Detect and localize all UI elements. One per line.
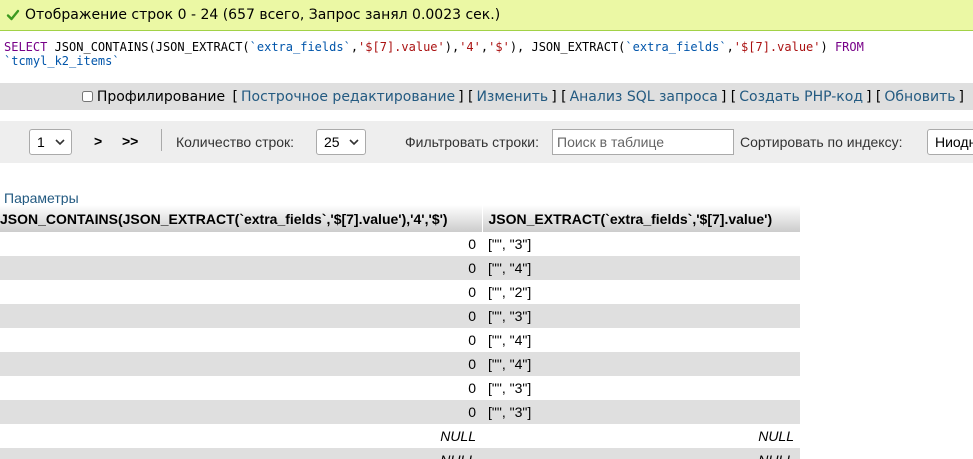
cell-json-extract[interactable]: ["", "4"]	[482, 352, 800, 376]
create-php-code-link[interactable]: Создать PHP-код	[739, 89, 863, 105]
column-header-json-extract[interactable]: JSON_EXTRACT(`extra_fields`,'$[7].value'…	[482, 205, 801, 232]
sort-by-index-label: Сортировать по индексу:	[740, 134, 903, 150]
last-page-button[interactable]: >>	[122, 133, 138, 149]
phpmyadmin-results-page: Отображение строк 0 - 24 (657 всего, Зап…	[0, 0, 973, 459]
sql-token: '$[7].value'	[733, 40, 821, 54]
table-body: 0 ["", "3"] 0 ["", "4"] 0 ["", "2"] 0 ["", "3"]…	[0, 232, 800, 459]
nav-divider	[161, 129, 162, 151]
cell-json-extract[interactable]: NULL	[482, 424, 800, 448]
page-select-value: 1	[37, 134, 45, 150]
cell-json-contains[interactable]: NULL	[0, 448, 482, 459]
sql-token: `tcmyl_k2_items`	[4, 54, 120, 68]
table-row[interactable]: 0 ["", "3"]	[0, 304, 800, 328]
chevron-down-icon	[349, 139, 359, 146]
sql-token: ,	[350, 40, 359, 54]
sql-token: `extra_fields`	[249, 40, 351, 54]
cell-json-extract[interactable]: ["", "4"]	[482, 256, 800, 280]
table-row[interactable]: NULLNULL	[0, 448, 800, 459]
sql-token: ,	[726, 40, 734, 54]
rows-count-label: Количество строк:	[176, 134, 295, 150]
check-icon	[6, 9, 20, 21]
cell-json-extract[interactable]: ["", "3"]	[482, 232, 800, 256]
table-row[interactable]: 0 ["", "4"]	[0, 352, 800, 376]
edit-link[interactable]: Изменить	[476, 89, 548, 105]
success-message-text: Отображение строк 0 - 24 (657 всего, Зап…	[25, 7, 501, 23]
cell-json-contains[interactable]: 0	[0, 376, 482, 400]
chevron-down-icon	[55, 139, 65, 146]
table-row[interactable]: 0 ["", "3"]	[0, 400, 800, 424]
table-row[interactable]: 0 ["", "4"]	[0, 328, 800, 352]
cell-json-contains[interactable]: 0	[0, 304, 482, 328]
table-header-row: JSON_CONTAINS(JSON_EXTRACT(`extra_fields…	[0, 205, 801, 232]
sql-token: SELECT	[4, 40, 48, 54]
sql-query[interactable]: SELECT JSON_CONTAINS(JSON_EXTRACT(`extra…	[0, 32, 973, 82]
options-link[interactable]: Параметры	[4, 190, 79, 206]
table-row[interactable]: 0 ["", "4"]	[0, 256, 800, 280]
table-row[interactable]: 0 ["", "2"]	[0, 280, 800, 304]
cell-json-contains[interactable]: 0	[0, 328, 482, 352]
next-page-button[interactable]: >	[94, 133, 102, 149]
cell-json-extract[interactable]: ["", "3"]	[482, 376, 800, 400]
sort-by-index-select[interactable]: Ниодн	[927, 129, 973, 155]
results-table: JSON_CONTAINS(JSON_EXTRACT(`extra_fields…	[0, 205, 801, 459]
cell-json-extract[interactable]: ["", "2"]	[482, 280, 800, 304]
table-row[interactable]: 0 ["", "3"]	[0, 376, 800, 400]
page-select[interactable]: 1	[29, 129, 72, 155]
query-tools-bar: Профилирование [ Построчное редактирован…	[0, 83, 973, 110]
sql-token: '$[7].value'	[358, 40, 445, 54]
sql-token: )	[820, 40, 835, 54]
profiling-label: Профилирование	[96, 88, 226, 105]
cell-json-contains[interactable]: 0	[0, 352, 482, 376]
cell-json-contains[interactable]: 0	[0, 400, 482, 424]
sql-token: ),	[444, 40, 460, 54]
cell-json-contains[interactable]: NULL	[0, 424, 482, 448]
filter-rows-input[interactable]	[552, 129, 734, 155]
sort-by-index-value: Ниодн	[935, 134, 973, 150]
cell-json-contains[interactable]: 0	[0, 256, 482, 280]
column-header-json-contains[interactable]: JSON_CONTAINS(JSON_EXTRACT(`extra_fields…	[0, 205, 483, 232]
sql-token: `extra_fields`	[625, 40, 727, 54]
sql-token: ), JSON_EXTRACT(	[509, 40, 626, 54]
sql-token: JSON_CONTAINS(JSON_EXTRACT(	[47, 40, 250, 54]
cell-json-extract[interactable]: ["", "3"]	[482, 400, 800, 424]
results-navigation: 1 > >> Количество строк: 25 Фильтровать …	[0, 121, 973, 163]
sql-query-line-2: `tcmyl_k2_items`	[4, 54, 120, 68]
refresh-link[interactable]: Обновить	[884, 89, 955, 105]
sql-token: FROM	[834, 40, 864, 54]
cell-json-contains[interactable]: 0	[0, 232, 482, 256]
cell-json-extract[interactable]: ["", "4"]	[482, 328, 800, 352]
rows-count-select[interactable]: 25	[316, 129, 366, 155]
filter-rows-label: Фильтровать строки:	[405, 134, 539, 150]
explain-sql-link[interactable]: Анализ SQL запроса	[570, 89, 718, 105]
sql-query-line-1: SELECT JSON_CONTAINS(JSON_EXTRACT(`extra…	[4, 40, 864, 54]
cell-json-contains[interactable]: 0	[0, 280, 482, 304]
profiling-checkbox[interactable]	[81, 91, 93, 102]
table-row[interactable]: NULLNULL	[0, 424, 800, 448]
table-row[interactable]: 0 ["", "3"]	[0, 232, 800, 256]
cell-json-extract[interactable]: NULL	[482, 448, 800, 459]
rows-count-value: 25	[324, 134, 340, 150]
sql-token: '4'	[459, 40, 481, 54]
cell-json-extract[interactable]: ["", "3"]	[482, 304, 800, 328]
success-message: Отображение строк 0 - 24 (657 всего, Зап…	[0, 0, 973, 31]
inline-edit-link[interactable]: Построчное редактирование	[241, 89, 455, 105]
sql-token: '$'	[488, 40, 510, 54]
